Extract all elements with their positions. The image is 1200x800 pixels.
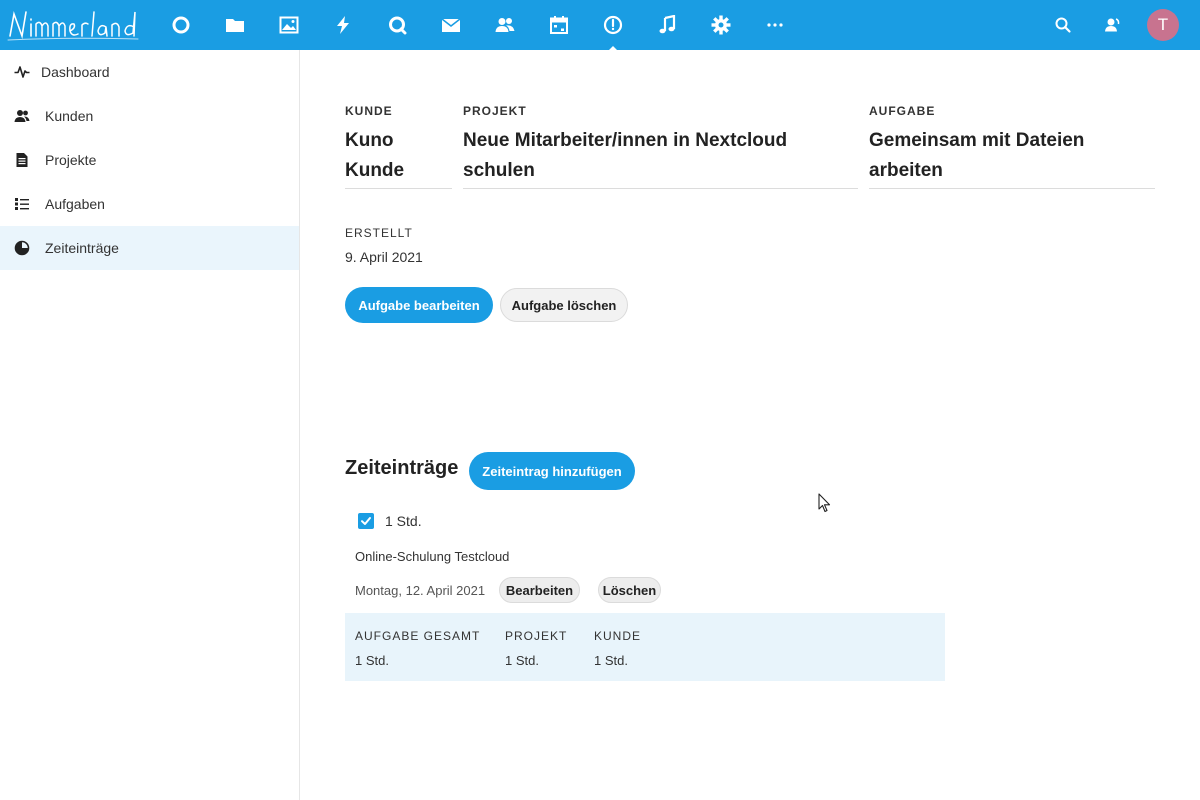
music-icon[interactable] [654, 12, 680, 38]
folder-icon[interactable] [222, 12, 248, 38]
entry-duration: 1 Std. [385, 513, 422, 529]
section-title: Zeiteinträge [345, 457, 459, 479]
check-icon [361, 517, 371, 525]
avatar[interactable]: T [1147, 9, 1179, 41]
mail-icon[interactable] [438, 12, 464, 38]
customer-total-label: KUNDE [594, 629, 642, 643]
sidebar-item-aufgaben[interactable]: Aufgaben [0, 182, 299, 226]
entry-checkbox[interactable] [358, 513, 374, 529]
customer-total-value: 1 Std. [594, 653, 628, 668]
edit-task-button[interactable]: Aufgabe bearbeiten [345, 287, 493, 323]
dashboard-circle-icon[interactable] [168, 12, 194, 38]
task-total-value: 1 Std. [355, 653, 389, 668]
gear-icon[interactable] [708, 12, 734, 38]
mouse-cursor [818, 493, 832, 513]
projekt-label: PROJEKT [463, 104, 527, 118]
clock-icon[interactable] [600, 12, 626, 54]
totals-summary: AUFGABE GESAMT 1 Std. PROJEKT 1 Std. KUN… [345, 613, 945, 681]
talk-search-icon[interactable] [384, 12, 410, 38]
aufgabe-value: Gemeinsam mit Dateien arbeiten [869, 126, 1155, 189]
sidebar-item-label: Kunden [45, 108, 94, 124]
sidebar-item-projekte[interactable]: Projekte [0, 138, 299, 182]
users-icon [14, 108, 30, 124]
sidebar-item-label: Aufgaben [45, 196, 105, 212]
sidebar-item-kunden[interactable]: Kunden [0, 94, 299, 138]
top-header: T [0, 0, 1200, 54]
project-total-value: 1 Std. [505, 653, 539, 668]
entry-date: Montag, 12. April 2021 [355, 583, 486, 598]
edit-entry-button[interactable]: Bearbeiten [499, 577, 580, 603]
aufgabe-label: AUFGABE [869, 104, 936, 118]
entry-description: Online-Schulung Testcloud [355, 549, 510, 564]
add-entry-button[interactable]: Zeiteintrag hinzufügen [469, 452, 635, 490]
logo[interactable] [6, 6, 140, 44]
contacts-menu-icon[interactable] [1099, 12, 1125, 38]
project-total-label: PROJEKT [505, 629, 568, 643]
activity-bolt-icon[interactable] [330, 12, 356, 38]
task-total-label: AUFGABE GESAMT [355, 629, 481, 643]
image-icon[interactable] [276, 12, 302, 38]
list-icon [14, 196, 30, 212]
erstellt-value: 9. April 2021 [345, 249, 423, 265]
sidebar-item-zeiteintraege[interactable]: Zeiteinträge [0, 226, 299, 270]
kunde-value: Kuno Kunde [345, 126, 452, 189]
delete-entry-button[interactable]: Löschen [598, 577, 661, 603]
calendar-icon[interactable] [546, 12, 572, 38]
pulse-icon [14, 64, 30, 80]
kunde-label: KUNDE [345, 104, 393, 118]
more-icon[interactable] [762, 12, 788, 38]
document-icon [14, 152, 30, 168]
sidebar-item-label: Dashboard [41, 64, 110, 80]
contacts-icon[interactable] [492, 12, 518, 38]
pie-clock-icon [14, 240, 30, 256]
sidebar-item-label: Projekte [45, 152, 97, 168]
projekt-value: Neue Mitarbeiter/innen in Nextcloud schu… [463, 126, 858, 189]
sidebar-item-dashboard[interactable]: Dashboard [0, 50, 299, 94]
search-icon[interactable] [1050, 12, 1076, 38]
sidebar: Dashboard Kunden Projekte Aufgaben Zeite… [0, 50, 300, 800]
erstellt-label: ERSTELLT [345, 226, 413, 240]
sidebar-item-label: Zeiteinträge [45, 240, 119, 256]
nimmerland-logo [7, 10, 139, 41]
delete-task-button[interactable]: Aufgabe löschen [500, 288, 628, 322]
